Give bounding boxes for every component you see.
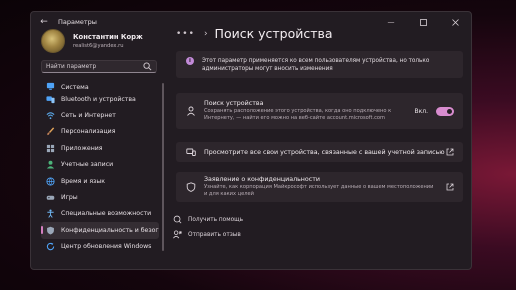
toggle-state-label: Вкл. <box>414 107 428 115</box>
privacy-statement-description: Узнайте, как корпорация Майкрософт испол… <box>204 184 434 197</box>
close-icon <box>451 18 459 26</box>
sidebar-item-network[interactable]: Сеть и Интернет <box>41 107 159 123</box>
view-devices-title: Просмотрите все свои устройства, связанн… <box>204 148 445 156</box>
sidebar-item-label: Bluetooth и устройства <box>61 95 136 103</box>
minimize-button[interactable]: — <box>375 12 407 32</box>
sidebar-item-accounts[interactable]: Учетные записи <box>41 157 159 173</box>
brush-icon <box>47 127 55 136</box>
profile-name: Константин Корж <box>73 33 143 41</box>
sidebar-item-gaming[interactable]: Игры <box>41 189 159 205</box>
privacy-statement-link[interactable]: Заявление о конфиденциальности Узнайте, … <box>176 172 463 202</box>
send-feedback-link[interactable]: Отправить отзыв <box>173 230 241 239</box>
sidebar-item-apps[interactable]: Приложения <box>41 140 159 156</box>
shield-icon <box>186 182 196 192</box>
info-banner-text: Этот параметр применяется ко всем пользо… <box>202 58 430 72</box>
display-icon <box>46 82 55 90</box>
open-external-icon <box>446 183 454 191</box>
get-help-label: Получить помощь <box>188 216 244 223</box>
get-help-link[interactable]: Получить помощь <box>173 215 244 224</box>
sidebar-item-bluetooth[interactable]: Bluetooth и устройства <box>41 91 159 107</box>
person-icon <box>46 160 55 169</box>
sidebar-item-label: Время и язык <box>61 177 105 185</box>
sidebar-item-label: Конфиденциальность и безог <box>61 226 159 234</box>
person-location-icon <box>187 106 195 116</box>
sidebar-item-system[interactable]: Система <box>41 82 159 91</box>
sidebar-item-time-language[interactable]: Время и язык <box>41 173 159 189</box>
privacy-statement-title: Заявление о конфиденциальности <box>204 176 320 184</box>
sidebar-item-windows-update[interactable]: Центр обновления Windows <box>41 239 159 255</box>
settings-window: ← Параметры — Константин Корж realist6@y… <box>30 11 472 270</box>
accessibility-icon <box>47 209 54 219</box>
close-button[interactable] <box>439 12 471 32</box>
wifi-icon <box>46 112 55 120</box>
profile-email: realist6@yandex.ru <box>73 43 124 49</box>
sidebar-item-label: Центр обновления Windows <box>61 243 152 251</box>
sidebar-item-label: Система <box>61 84 89 91</box>
find-device-toggle[interactable] <box>436 106 454 116</box>
sidebar-item-label: Сеть и Интернет <box>61 112 116 120</box>
info-banner: i Этот параметр применяется ко всем поль… <box>176 51 463 78</box>
help-icon <box>173 215 182 224</box>
maximize-button[interactable] <box>407 12 439 32</box>
find-device-title: Поиск устройства <box>204 100 264 108</box>
maximize-icon <box>419 18 427 26</box>
arrow-left-icon: ← <box>40 17 48 27</box>
feedback-icon <box>173 230 182 239</box>
sidebar-item-label: Персонализация <box>61 128 116 136</box>
sidebar-item-privacy-security[interactable]: Конфиденциальность и безог <box>41 222 159 239</box>
search-icon[interactable] <box>143 62 152 71</box>
apps-icon <box>46 144 55 152</box>
info-icon: i <box>186 57 194 65</box>
sidebar-item-personalization[interactable]: Персонализация <box>41 124 159 140</box>
find-device-description: Сохранять расположение этого устройства,… <box>204 108 392 121</box>
send-feedback-label: Отправить отзыв <box>188 231 241 238</box>
update-icon <box>46 242 55 251</box>
devices-icon <box>186 148 196 156</box>
more-button[interactable]: ••• <box>176 29 195 39</box>
sidebar-nav: Система Bluetooth и устройства Сеть и Ин… <box>41 82 159 255</box>
sidebar-item-label: Учетные записи <box>61 161 114 169</box>
page-title: Поиск устройства <box>214 26 333 41</box>
gamepad-icon <box>46 195 55 200</box>
search-placeholder: Найти параметр <box>46 63 97 70</box>
find-device-card: Поиск устройства Сохранять расположение … <box>176 93 463 129</box>
sidebar-item-label: Игры <box>61 194 78 202</box>
app-title: Параметры <box>58 18 97 26</box>
open-external-icon <box>446 148 454 156</box>
back-button[interactable]: ← <box>36 15 52 29</box>
sidebar-item-accessibility[interactable]: Специальные возможности <box>41 206 159 222</box>
view-devices-link[interactable]: Просмотрите все свои устройства, связанн… <box>176 142 463 162</box>
minimize-icon: — <box>387 18 395 26</box>
breadcrumb: ••• › Поиск устройства <box>176 26 333 41</box>
search-input[interactable]: Найти параметр <box>41 60 157 73</box>
avatar <box>41 29 65 53</box>
chevron-right-icon: › <box>203 28 208 39</box>
window-controls: — <box>375 12 471 32</box>
shield-icon <box>47 226 54 235</box>
globe-clock-icon <box>46 177 55 186</box>
sidebar-item-label: Приложения <box>61 144 103 152</box>
bluetooth-icon <box>46 96 55 103</box>
sidebar-item-label: Специальные возможности <box>61 210 152 218</box>
user-profile[interactable]: Константин Корж realist6@yandex.ru <box>41 29 143 53</box>
sidebar-scrollbar[interactable] <box>162 83 164 251</box>
